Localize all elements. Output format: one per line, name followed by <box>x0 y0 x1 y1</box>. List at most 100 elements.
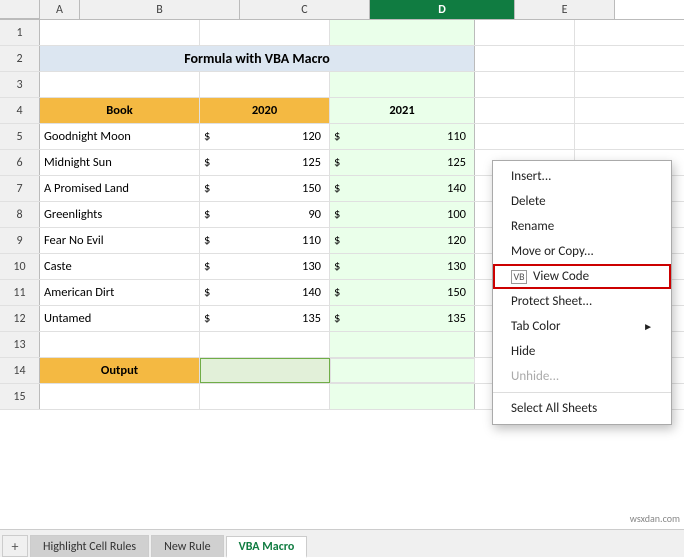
val-d12: 135 <box>447 311 470 326</box>
ctx-hide[interactable]: Hide <box>493 339 671 364</box>
cell-b11[interactable]: American Dirt <box>40 280 200 305</box>
col-header-d[interactable]: D <box>370 0 515 19</box>
row-num-15: 15 <box>0 384 40 409</box>
col-header-e[interactable]: E <box>515 0 615 19</box>
row-num-10: 10 <box>0 254 40 279</box>
val-d6: 125 <box>447 155 470 170</box>
cell-d13[interactable] <box>330 332 475 357</box>
title-cell[interactable]: Formula with VBA Macro <box>40 46 475 71</box>
cell-c1[interactable] <box>200 20 330 45</box>
row-num-9: 9 <box>0 228 40 253</box>
cell-b4-book-header[interactable]: Book <box>40 98 200 123</box>
ctx-tab-color-label: Tab Color <box>511 319 560 334</box>
cell-b1[interactable] <box>40 20 200 45</box>
cell-d6[interactable]: $125 <box>330 150 475 175</box>
ctx-select-all-sheets[interactable]: Select All Sheets <box>493 396 671 421</box>
context-menu: Insert... Delete Rename Move or Copy... … <box>492 160 672 425</box>
cell-c11[interactable]: $140 <box>200 280 330 305</box>
tab-highlight-cell-rules-label: Highlight Cell Rules <box>43 540 136 554</box>
cell-c15[interactable] <box>200 384 330 409</box>
output-label-text: Output <box>101 363 138 378</box>
val-c10: 130 <box>302 259 325 274</box>
cell-b8[interactable]: Greenlights <box>40 202 200 227</box>
vba-icon: VB <box>511 270 527 284</box>
ctx-hide-label: Hide <box>511 344 535 359</box>
cell-c10[interactable]: $130 <box>200 254 330 279</box>
cell-b6[interactable]: Midnight Sun <box>40 150 200 175</box>
book-name-12: Untamed <box>44 311 91 326</box>
tab-highlight-cell-rules[interactable]: Highlight Cell Rules <box>30 535 149 557</box>
cell-e4[interactable] <box>475 98 575 123</box>
cell-b7[interactable]: A Promised Land <box>40 176 200 201</box>
title-text: Formula with VBA Macro <box>184 50 330 67</box>
ctx-delete[interactable]: Delete <box>493 189 671 214</box>
cell-d7[interactable]: $140 <box>330 176 475 201</box>
cell-e1[interactable] <box>475 20 575 45</box>
cell-d1[interactable] <box>330 20 475 45</box>
cell-d3[interactable] <box>330 72 475 97</box>
col-header-c[interactable]: C <box>240 0 370 19</box>
book-name-9: Fear No Evil <box>44 233 104 248</box>
cell-b13[interactable] <box>40 332 200 357</box>
cell-c5[interactable]: $120 <box>200 124 330 149</box>
cell-c3[interactable] <box>200 72 330 97</box>
row-num-3: 3 <box>0 72 40 97</box>
cell-d10[interactable]: $130 <box>330 254 475 279</box>
corner-cell[interactable] <box>0 0 40 19</box>
book-name-8: Greenlights <box>44 207 102 222</box>
ctx-insert[interactable]: Insert... <box>493 164 671 189</box>
cell-d15[interactable] <box>330 384 475 409</box>
tab-vba-macro[interactable]: VBA Macro <box>226 536 308 558</box>
col-header-a[interactable]: A <box>40 0 80 19</box>
add-sheet-button[interactable]: + <box>2 535 28 557</box>
row-num-5: 5 <box>0 124 40 149</box>
row-num-7: 7 <box>0 176 40 201</box>
cell-e3[interactable] <box>475 72 575 97</box>
cell-e5[interactable] <box>475 124 575 149</box>
output-value-cell[interactable] <box>200 358 330 383</box>
table-row: 5 Goodnight Moon $120 $110 <box>0 124 684 150</box>
ctx-separator <box>493 392 671 393</box>
cell-c7[interactable]: $150 <box>200 176 330 201</box>
col-header-b[interactable]: B <box>80 0 240 19</box>
cell-b3[interactable] <box>40 72 200 97</box>
ctx-move-copy[interactable]: Move or Copy... <box>493 239 671 264</box>
output-label-cell[interactable]: Output <box>40 358 200 383</box>
cell-b10[interactable]: Caste <box>40 254 200 279</box>
ctx-view-code[interactable]: VB View Code <box>493 264 671 289</box>
cell-c13[interactable] <box>200 332 330 357</box>
cell-c9[interactable]: $110 <box>200 228 330 253</box>
cell-c12[interactable]: $135 <box>200 306 330 331</box>
year2021-header-label: 2021 <box>389 103 414 118</box>
cell-d14[interactable] <box>330 358 475 383</box>
val-c9: 110 <box>302 233 325 248</box>
ctx-rename[interactable]: Rename <box>493 214 671 239</box>
ctx-delete-label: Delete <box>511 194 546 209</box>
row-num-1: 1 <box>0 20 40 45</box>
book-name-11: American Dirt <box>44 285 114 300</box>
ctx-protect-sheet[interactable]: Protect Sheet... <box>493 289 671 314</box>
cell-d11[interactable]: $150 <box>330 280 475 305</box>
cell-d12[interactable]: $135 <box>330 306 475 331</box>
cell-b12[interactable]: Untamed <box>40 306 200 331</box>
cell-d5[interactable]: $110 <box>330 124 475 149</box>
ctx-unhide[interactable]: Unhide... <box>493 364 671 389</box>
tab-new-rule[interactable]: New Rule <box>151 535 224 557</box>
ctx-tab-color[interactable]: Tab Color ► <box>493 314 671 339</box>
cell-e2[interactable] <box>475 46 575 71</box>
cell-c4-year2020-header[interactable]: 2020 <box>200 98 330 123</box>
cell-d4-year2021-header[interactable]: 2021 <box>330 98 475 123</box>
val-d9: 120 <box>447 233 470 248</box>
book-name-6: Midnight Sun <box>44 155 112 170</box>
row-3: 3 <box>0 72 684 98</box>
cell-d8[interactable]: $100 <box>330 202 475 227</box>
cell-b9[interactable]: Fear No Evil <box>40 228 200 253</box>
cell-c6[interactable]: $125 <box>200 150 330 175</box>
cell-d9[interactable]: $120 <box>330 228 475 253</box>
val-c8: 90 <box>308 207 325 222</box>
cell-b15[interactable] <box>40 384 200 409</box>
cell-c8[interactable]: $90 <box>200 202 330 227</box>
ctx-insert-label: Insert... <box>511 169 551 184</box>
cell-b5[interactable]: Goodnight Moon <box>40 124 200 149</box>
book-name-10: Caste <box>44 259 72 274</box>
